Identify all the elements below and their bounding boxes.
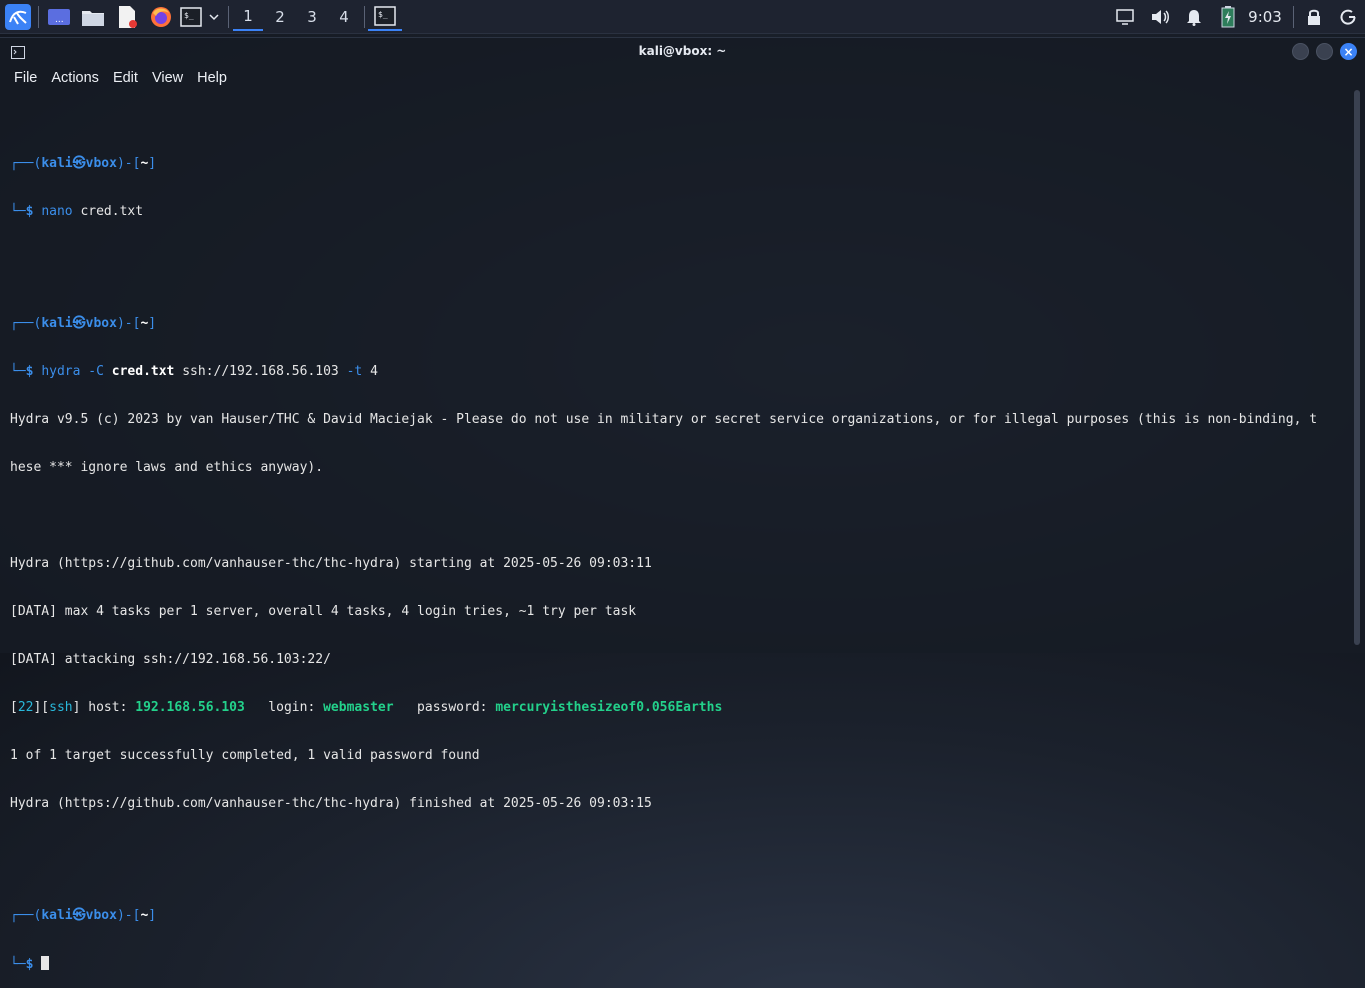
prompt-line: ┌──(kali㉿vbox)-[~] — [10, 908, 157, 923]
maximize-button[interactable] — [1316, 43, 1333, 60]
prompt-line: ┌──(kali㉿vbox)-[~] — [10, 316, 157, 331]
command-line: └─$ — [10, 956, 1350, 972]
workspace-3[interactable]: 3 — [297, 3, 327, 31]
output-line: Hydra (https://github.com/vanhauser-thc/… — [10, 796, 652, 811]
result-line: [22][ssh] host: 192.168.56.103 login: we… — [10, 700, 723, 715]
firefox-icon[interactable] — [148, 3, 174, 31]
text-editor-icon[interactable] — [114, 3, 140, 31]
output-line: [DATA] attacking ssh://192.168.56.103:22… — [10, 652, 331, 667]
command-line: └─$ nano cred.txt — [10, 204, 144, 219]
output-line: 1 of 1 target successfully completed, 1 … — [10, 748, 480, 763]
menu-help[interactable]: Help — [190, 66, 234, 90]
file-manager-icon[interactable] — [80, 3, 106, 31]
command-line: └─$ hydra -C cred.txt ssh://192.168.56.1… — [10, 364, 378, 379]
close-icon: × — [1343, 44, 1354, 59]
volume-icon[interactable] — [1148, 3, 1172, 31]
menu-view[interactable]: View — [145, 66, 190, 90]
menu-actions[interactable]: Actions — [44, 66, 106, 90]
output-line: Hydra v9.5 (c) 2023 by van Hauser/THC & … — [10, 412, 1318, 427]
workspace-1[interactable]: 1 — [233, 3, 263, 31]
lock-icon[interactable] — [1303, 3, 1325, 31]
desktop-icon[interactable]: ... — [46, 3, 72, 31]
minimize-button[interactable] — [1292, 43, 1309, 60]
workspace-4[interactable]: 4 — [329, 3, 359, 31]
display-icon[interactable] — [1114, 3, 1136, 31]
svg-text:...: ... — [55, 15, 64, 25]
terminal-output[interactable]: ┌──(kali㉿vbox)-[~] └─$ nano cred.txt ┌──… — [10, 108, 1350, 988]
output-line: hese *** ignore laws and ethics anyway). — [10, 460, 324, 475]
menu-bar: File Actions Edit View Help — [0, 66, 234, 90]
svg-text:$_: $_ — [184, 11, 194, 20]
output-line: [DATA] max 4 tasks per 1 server, overall… — [10, 604, 637, 619]
terminal-task-icon[interactable]: $_ — [368, 3, 402, 31]
close-button[interactable]: × — [1340, 43, 1357, 60]
taskbar: ... $_ 1 2 3 4 $_ 9:03 — [0, 0, 1365, 34]
power-icon[interactable] — [1336, 3, 1360, 31]
menu-file[interactable]: File — [0, 66, 44, 90]
text-cursor — [41, 956, 50, 970]
clock[interactable]: 9:03 — [1246, 3, 1284, 31]
svg-text:$_: $_ — [378, 10, 388, 19]
window-title: kali@vbox: ~ — [638, 44, 727, 58]
menu-edit[interactable]: Edit — [106, 66, 145, 90]
terminal-icon[interactable]: $_ — [179, 3, 203, 31]
output-line: Hydra (https://github.com/vanhauser-thc/… — [10, 556, 652, 571]
kali-menu-icon[interactable] — [4, 3, 32, 31]
bell-icon[interactable] — [1183, 3, 1205, 31]
title-bar[interactable]: kali@vbox: ~ × — [0, 38, 1365, 64]
workspace-2[interactable]: 2 — [265, 3, 295, 31]
prompt-line: ┌──(kali㉿vbox)-[~] — [10, 156, 157, 171]
dropdown-icon[interactable] — [205, 3, 223, 31]
battery-icon — [1217, 3, 1239, 31]
scrollbar[interactable] — [1354, 90, 1360, 645]
